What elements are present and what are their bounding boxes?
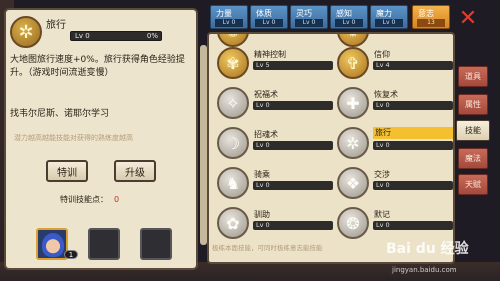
wheel-icon: ✲	[10, 16, 42, 48]
stat-tab-5[interactable]: 意志 13	[412, 5, 450, 29]
faith-icon: ✞	[337, 47, 369, 79]
stat-tab-value: Lv 0	[295, 19, 323, 27]
side-tab-1[interactable]: 属性	[458, 94, 488, 115]
stat-tab-name: 体质	[256, 9, 272, 18]
train-points: 特训技能点： 0	[60, 194, 119, 205]
skill-level: Lv 0	[373, 101, 453, 110]
heal-icon: ✚	[337, 87, 369, 119]
mind-icon: ✾	[217, 47, 249, 79]
horse-icon: ♞	[217, 167, 249, 199]
skill-level: Lv 0	[253, 221, 333, 230]
stat-tab-name: 力量	[216, 9, 232, 18]
skill-name: 驯助	[254, 210, 270, 219]
skill-item[interactable]: ♞ 骑乘 Lv 0	[213, 164, 337, 204]
skill-level: Lv 0	[253, 181, 333, 190]
slot-count-badge: 1	[64, 250, 78, 259]
character-slot-2[interactable]	[88, 228, 120, 260]
skill-item[interactable]: ✿ 驯助 Lv 0	[213, 204, 337, 244]
skill-name: 交涉	[374, 170, 390, 179]
skill-item[interactable]: ✲ 旅行 Lv 0	[333, 124, 453, 164]
skill-item[interactable]: ✧ 祝福术 Lv 0	[213, 84, 337, 124]
skill-detail-name: 旅行	[46, 20, 66, 31]
skill-item[interactable]: ❖ 交涉 Lv 0	[333, 164, 453, 204]
skill-detail-panel: ✲ 旅行 Lv 0 0% 大地图旅行速度+0%。旅行获得角色经验提升。（游戏时间…	[4, 8, 198, 270]
stat-tab-value: Lv 0	[215, 19, 243, 27]
skill-level: Lv 0	[373, 181, 453, 190]
skill-name: 信仰	[374, 50, 390, 59]
summon-icon: ☽	[217, 127, 249, 159]
stat-tab-4[interactable]: 魔力 Lv 0	[370, 5, 408, 29]
train-points-label: 特训技能点：	[60, 195, 108, 204]
character-slot-3[interactable]	[140, 228, 172, 260]
watermark: Bai du 经验	[386, 241, 469, 257]
stat-tab-3[interactable]: 感知 Lv 0	[330, 5, 368, 29]
side-tab-2[interactable]: 技能	[456, 120, 490, 141]
skill-hint: 潜力越高越能技能对获得的熟练度越高	[14, 134, 133, 142]
grid-note: 极练本面技能，可同时极练意志能技能	[212, 244, 323, 252]
brain-icon: ❂	[337, 207, 369, 239]
paw-icon: ✿	[217, 207, 249, 239]
skill-level: Lv 5	[253, 61, 333, 70]
wheel-icon: ✲	[337, 127, 369, 159]
stat-tab-name: 魔力	[376, 9, 392, 18]
skill-level: Lv 0	[373, 221, 453, 230]
skill-grid: ✺✹✾精神控制Lv 5✞信仰Lv 4✧祝福术Lv 0✚恢复术Lv 0☽招魂术Lv…	[207, 32, 455, 264]
skill-name: 招魂术	[254, 130, 278, 139]
skill-level: Lv 0	[253, 101, 333, 110]
skill-level-text: Lv 0	[75, 32, 90, 40]
skill-name: 精神控制	[254, 50, 286, 59]
skill-name: 骑乘	[254, 170, 270, 179]
side-tab-4[interactable]: 天赋	[458, 174, 488, 195]
skill-progress-text: 0%	[146, 32, 158, 40]
stat-tab-value: Lv 0	[375, 19, 403, 27]
skill-level: Lv 0	[373, 141, 453, 150]
skill-requirement: 找韦尔尼斯、诺耶尔学习	[10, 109, 110, 119]
skill-description: 大地图旅行速度+0%。旅行获得角色经验提升。（游戏时间流逝变慢）	[10, 55, 185, 78]
train-points-value: 0	[114, 195, 120, 204]
upgrade-button[interactable]: 升级	[114, 160, 156, 182]
stat-tab-value: Lv 0	[255, 19, 283, 27]
character-portrait	[42, 233, 64, 257]
skill-name: 恢复术	[374, 90, 398, 99]
train-button[interactable]: 特训	[46, 160, 88, 182]
blessing-icon: ✧	[217, 87, 249, 119]
watermark-url: jingyan.baidu.com	[392, 266, 457, 274]
stat-tab-name: 灵巧	[296, 9, 312, 18]
close-icon[interactable]: ✕	[457, 8, 479, 30]
side-tab-0[interactable]: 道具	[458, 66, 488, 87]
stat-tab-value: 13	[417, 19, 445, 27]
skill-item[interactable]: ✚ 恢复术 Lv 0	[333, 84, 453, 124]
detail-scroll-strip[interactable]	[200, 45, 207, 245]
side-tab-3[interactable]: 魔法	[458, 148, 488, 169]
stat-tab-2[interactable]: 灵巧 Lv 0	[290, 5, 328, 29]
skill-item[interactable]: ✾ 精神控制 Lv 5	[213, 44, 337, 84]
skill-item[interactable]: ☽ 招魂术 Lv 0	[213, 124, 337, 164]
stat-tab-name: 意志	[418, 9, 434, 18]
skill-name: 旅行	[373, 127, 453, 139]
skill-item[interactable]: ✞ 信仰 Lv 4	[333, 44, 453, 84]
stat-tab-name: 感知	[336, 9, 352, 18]
stat-tab-0[interactable]: 力量 Lv 0	[210, 5, 248, 29]
skill-name: 祝福术	[254, 90, 278, 99]
handshake-icon: ❖	[337, 167, 369, 199]
stat-tab-value: Lv 0	[335, 19, 363, 27]
skill-level-bar: Lv 0 0%	[70, 31, 162, 41]
stat-tab-1[interactable]: 体质 Lv 0	[250, 5, 288, 29]
skill-name: 默记	[374, 210, 390, 219]
skill-level: Lv 0	[253, 141, 333, 150]
skill-level: Lv 4	[373, 61, 453, 70]
